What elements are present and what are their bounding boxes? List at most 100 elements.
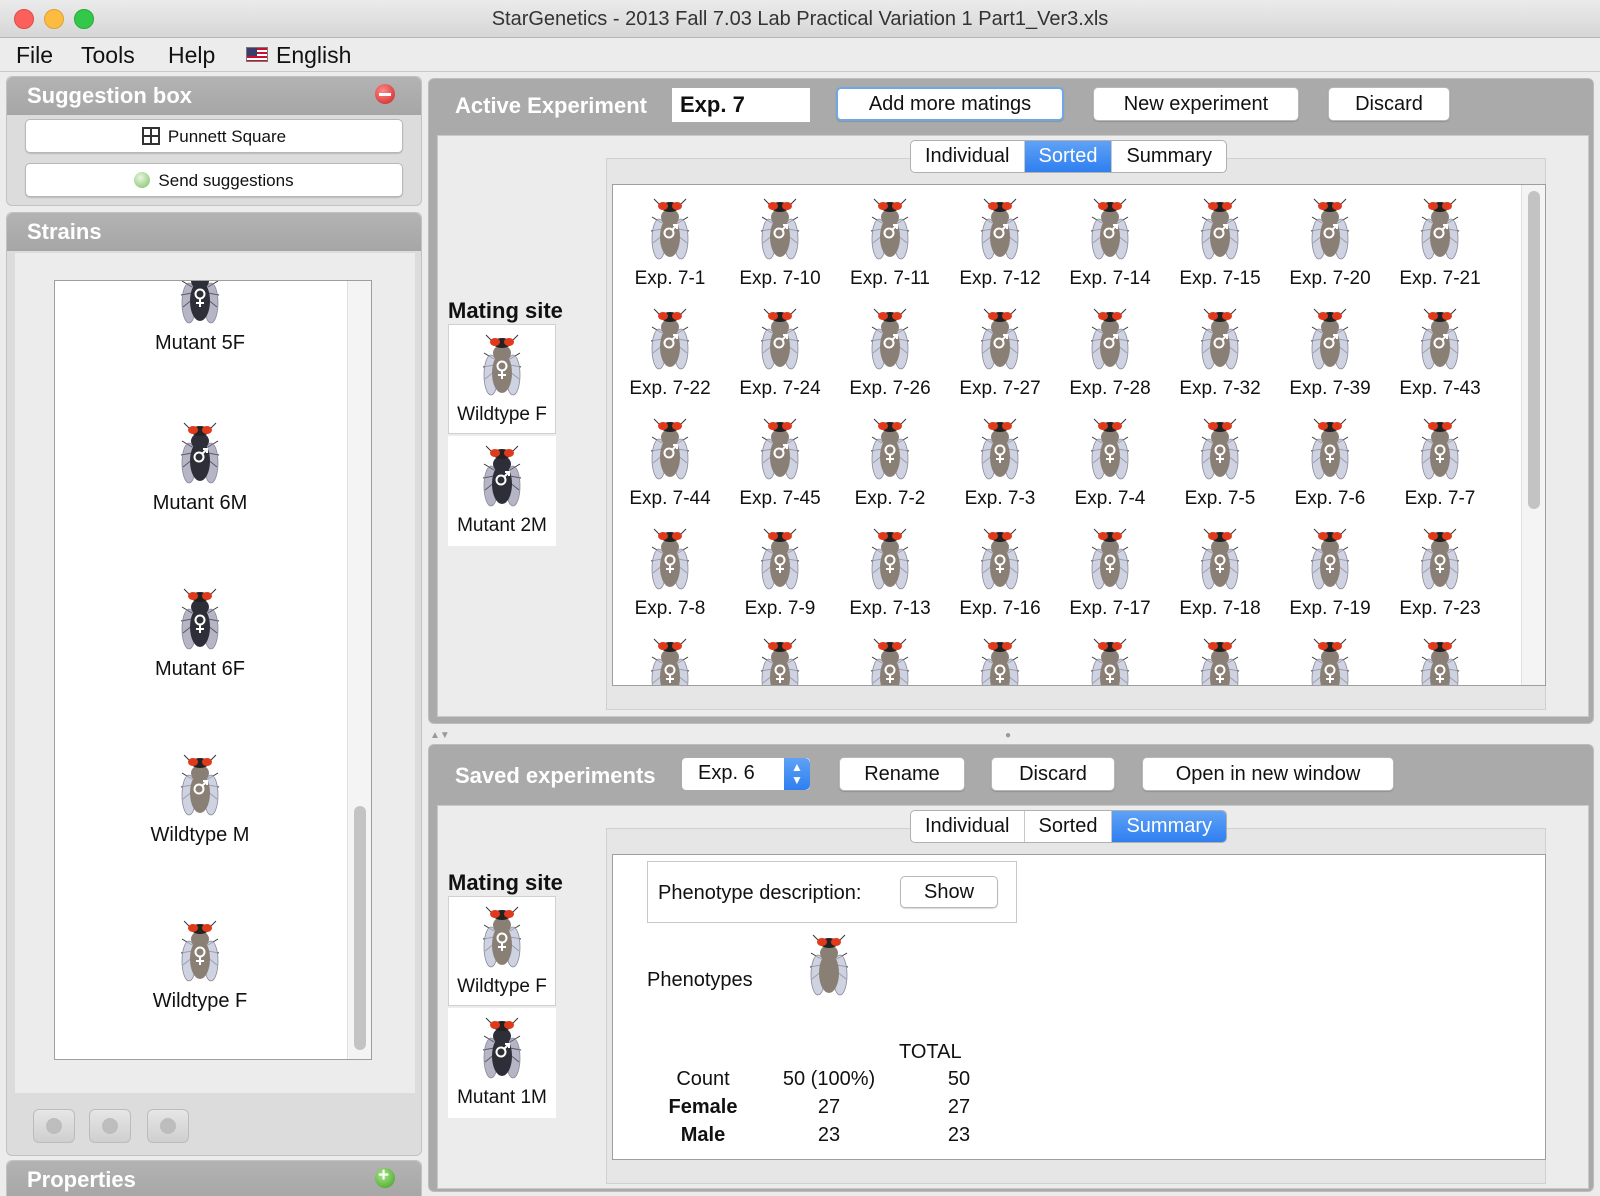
offspring-item[interactable]: Exp. 7-16	[945, 527, 1055, 620]
strains-scrollbar[interactable]	[347, 281, 371, 1059]
phenotypes-label: Phenotypes	[647, 969, 753, 991]
offspring-item[interactable]: Exp. 7-20	[1275, 197, 1385, 290]
strain-item[interactable]: Mutant 6M	[55, 421, 345, 515]
split-handle-icon[interactable]: ●	[1005, 730, 1011, 741]
offspring-item[interactable]: Exp. 7-8	[615, 527, 725, 620]
saved-experiment-body: Individual Sorted Summary Mating site Wild…	[437, 805, 1589, 1189]
strain-item[interactable]: Mutant 5F	[55, 281, 345, 355]
offspring-item[interactable]: Exp. 7-44	[615, 417, 725, 510]
offspring-fly-icon	[1088, 637, 1132, 685]
offspring-fly-icon	[1418, 307, 1462, 373]
offspring-item[interactable]: Exp. 7-5	[1165, 417, 1275, 510]
offspring-fly-icon	[868, 417, 912, 483]
offspring-item[interactable]: Exp. 7-39	[1275, 307, 1385, 400]
add-icon[interactable]	[375, 1165, 395, 1188]
offspring-item[interactable]: Exp. 7-24	[725, 307, 835, 400]
offspring-label: Exp. 7-15	[1179, 268, 1261, 289]
offspring-item[interactable]	[1165, 637, 1275, 685]
saved-view-tabs[interactable]: Individual Sorted Summary	[910, 810, 1228, 843]
offspring-item[interactable]: Exp. 7-17	[1055, 527, 1165, 620]
strain-item[interactable]: Mutant 6F	[55, 587, 345, 681]
offspring-item[interactable]: Exp. 7-26	[835, 307, 945, 400]
offspring-item[interactable]: Exp. 7-9	[725, 527, 835, 620]
mating-parent[interactable]: Mutant 2M	[448, 436, 556, 546]
add-more-matings-button[interactable]: Add more matings	[836, 87, 1064, 121]
menu-help[interactable]: Help	[168, 42, 215, 69]
offspring-scrollbar-thumb[interactable]	[1528, 191, 1540, 509]
rename-button[interactable]: Rename	[839, 757, 965, 791]
saved-experiment-select[interactable]: Exp. 6 ▲ ▼	[681, 757, 811, 791]
new-experiment-button[interactable]: New experiment	[1093, 87, 1299, 121]
offspring-item[interactable]	[1275, 637, 1385, 685]
offspring-label: Exp. 7-19	[1289, 598, 1371, 619]
split-arrows-icon[interactable]: ▲▼	[430, 730, 450, 741]
tab-summary[interactable]: Summary	[1112, 141, 1226, 172]
mating-parent[interactable]: Wildtype F	[448, 324, 556, 434]
discard-saved-button[interactable]: Discard	[991, 757, 1115, 791]
strains-scrollbar-thumb[interactable]	[354, 806, 366, 1050]
wildtype-fly-icon	[178, 919, 222, 985]
tab-individual[interactable]: Individual	[911, 811, 1025, 842]
experiment-name-input[interactable]: Exp. 7	[671, 87, 811, 123]
tab-summary[interactable]: Summary	[1112, 811, 1227, 842]
offspring-fly-icon	[1198, 637, 1242, 685]
offspring-fly-icon	[868, 307, 912, 373]
offspring-label: Exp. 7-45	[739, 488, 821, 509]
offspring-item[interactable]: Exp. 7-32	[1165, 307, 1275, 400]
strain-action-button-3[interactable]	[147, 1109, 189, 1143]
offspring-item[interactable]: Exp. 7-1	[615, 197, 725, 290]
offspring-item[interactable]	[945, 637, 1055, 685]
show-button[interactable]: Show	[900, 876, 998, 908]
tab-individual[interactable]: Individual	[911, 141, 1025, 172]
punnett-square-button[interactable]: Punnett Square	[25, 119, 403, 153]
offspring-item[interactable]	[1385, 637, 1495, 685]
tab-sorted[interactable]: Sorted	[1024, 141, 1113, 172]
strain-item[interactable]: Wildtype M	[55, 753, 345, 847]
strain-item[interactable]: Wildtype F	[55, 919, 345, 1013]
offspring-item[interactable]: Exp. 7-2	[835, 417, 945, 510]
offspring-item[interactable]: Exp. 7-28	[1055, 307, 1165, 400]
offspring-label: Exp. 7-27	[959, 378, 1041, 399]
menu-tools[interactable]: Tools	[81, 42, 135, 69]
discard-active-button[interactable]: Discard	[1328, 87, 1450, 121]
offspring-item[interactable]: Exp. 7-15	[1165, 197, 1275, 290]
offspring-item[interactable]	[1055, 637, 1165, 685]
offspring-item[interactable]: Exp. 7-23	[1385, 527, 1495, 620]
offspring-item[interactable]: Exp. 7-3	[945, 417, 1055, 510]
offspring-item[interactable]: Exp. 7-7	[1385, 417, 1495, 510]
offspring-item[interactable]: Exp. 7-14	[1055, 197, 1165, 290]
offspring-item[interactable]: Exp. 7-27	[945, 307, 1055, 400]
offspring-item[interactable]	[835, 637, 945, 685]
offspring-item[interactable]: Exp. 7-11	[835, 197, 945, 290]
menu-language[interactable]: English	[246, 42, 351, 69]
tab-sorted[interactable]: Sorted	[1025, 811, 1113, 842]
strain-action-button-2[interactable]	[89, 1109, 131, 1143]
offspring-item[interactable]	[615, 637, 725, 685]
menu-file[interactable]: File	[16, 42, 53, 69]
offspring-item[interactable]: Exp. 7-4	[1055, 417, 1165, 510]
offspring-item[interactable]: Exp. 7-10	[725, 197, 835, 290]
mating-parent[interactable]: Mutant 1M	[448, 1008, 556, 1118]
mating-parent[interactable]: Wildtype F	[448, 896, 556, 1006]
send-suggestions-button[interactable]: Send suggestions	[25, 163, 403, 197]
close-icon[interactable]	[375, 84, 395, 104]
offspring-item[interactable]	[725, 637, 835, 685]
offspring-item[interactable]: Exp. 7-21	[1385, 197, 1495, 290]
offspring-scrollbar[interactable]	[1521, 185, 1545, 685]
offspring-item[interactable]: Exp. 7-22	[615, 307, 725, 400]
offspring-item[interactable]: Exp. 7-6	[1275, 417, 1385, 510]
strain-action-button-1[interactable]	[33, 1109, 75, 1143]
offspring-item[interactable]: Exp. 7-43	[1385, 307, 1495, 400]
open-in-new-window-button[interactable]: Open in new window	[1142, 757, 1394, 791]
offspring-fly-icon	[758, 307, 802, 373]
offspring-item[interactable]: Exp. 7-45	[725, 417, 835, 510]
offspring-label: Exp. 7-39	[1289, 378, 1371, 399]
offspring-item[interactable]: Exp. 7-13	[835, 527, 945, 620]
offspring-label: Exp. 7-43	[1399, 378, 1481, 399]
offspring-item[interactable]: Exp. 7-18	[1165, 527, 1275, 620]
offspring-item[interactable]: Exp. 7-12	[945, 197, 1055, 290]
active-view-tabs[interactable]: Individual Sorted Summary	[910, 140, 1228, 173]
phenotype-description-box: Phenotype description: Show	[647, 861, 1017, 923]
wildtype-fly-icon	[480, 905, 524, 971]
offspring-item[interactable]: Exp. 7-19	[1275, 527, 1385, 620]
